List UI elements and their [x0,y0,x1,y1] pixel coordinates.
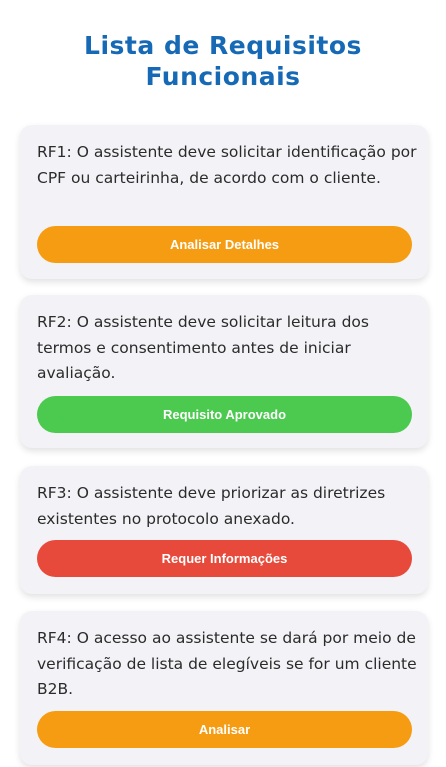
requirement-card-rf2: RF2: O assistente deve solicitar leitura… [20,295,428,448]
requires-information-button[interactable]: Requer Informações [37,540,412,577]
analyze-details-button[interactable]: Analisar Detalhes [37,226,412,263]
requirement-card-rf1: RF1: O assistente deve solicitar identif… [20,125,428,279]
page-title: Lista de Requisitos Funcionais [0,30,446,92]
requirement-text: RF4: O acesso ao assistente se dará por … [37,629,417,698]
requirement-text: RF1: O assistente deve solicitar identif… [37,143,417,187]
requirement-approved-button[interactable]: Requisito Aprovado [37,396,412,433]
requirement-text: RF2: O assistente deve solicitar leitura… [37,313,369,382]
page-title-line-2: Funcionais [145,62,301,91]
requirement-card-rf4: RF4: O acesso ao assistente se dará por … [20,611,428,765]
analyze-button[interactable]: Analisar [37,711,412,748]
page-title-line-1: Lista de Requisitos [84,31,362,60]
requirement-text: RF3: O assistente deve priorizar as dire… [37,484,386,528]
requirement-card-rf3: RF3: O assistente deve priorizar as dire… [20,466,428,594]
